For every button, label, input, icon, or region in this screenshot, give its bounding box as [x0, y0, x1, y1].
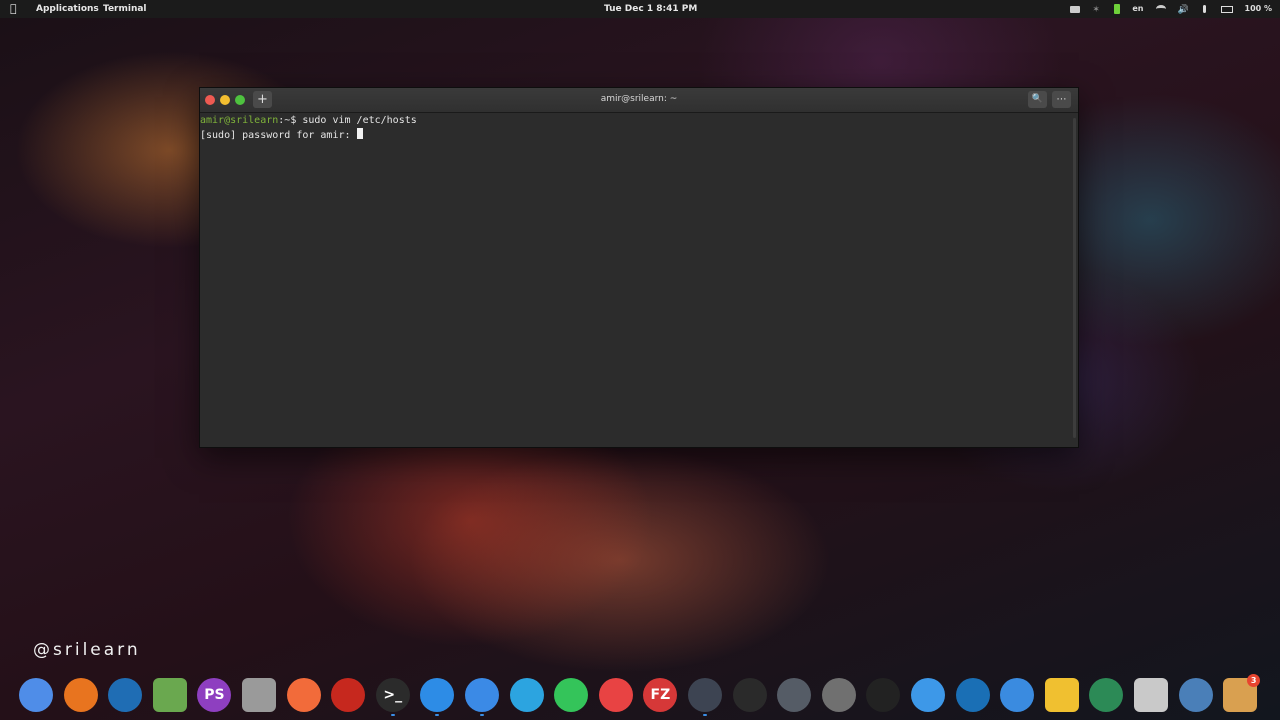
- trash-icon[interactable]: [1134, 678, 1168, 712]
- battery-percent: 100 %: [1244, 4, 1273, 13]
- firefox-icon[interactable]: [63, 678, 98, 712]
- sudo-prompt: [sudo] password for amir:: [200, 129, 357, 141]
- window-titlebar[interactable]: + amir@srilearn: ~ 🔍 ⋯: [200, 88, 1078, 113]
- terminal-line-2: [sudo] password for amir:: [200, 127, 1070, 143]
- telegram-icon[interactable]: [509, 678, 544, 712]
- mail-icon[interactable]: [911, 678, 945, 712]
- terminal-output[interactable]: amir@srilearn:~$ sudo vim /etc/hosts [su…: [200, 114, 1070, 444]
- scrollbar[interactable]: [1073, 118, 1076, 438]
- dock: PS >_ FZ 3: [15, 674, 1273, 716]
- menu-applications[interactable]: Applications: [36, 4, 99, 14]
- notes-icon[interactable]: [1044, 678, 1079, 712]
- simplenote-icon[interactable]: [1000, 678, 1035, 712]
- terminal-icon[interactable]: >_: [375, 678, 410, 712]
- image-editor-icon[interactable]: [152, 678, 187, 712]
- running-indicator: [703, 714, 707, 716]
- text-cursor[interactable]: [356, 127, 363, 139]
- monitor-icon[interactable]: [955, 678, 990, 712]
- clock[interactable]: Tue Dec 1 8:41 PM: [604, 4, 697, 14]
- terminal-line-1: amir@srilearn:~$ sudo vim /etc/hosts: [200, 114, 1070, 128]
- git-client-icon[interactable]: [598, 678, 633, 712]
- notification-badge: 3: [1247, 674, 1261, 687]
- search-icon[interactable]: 🔍: [1028, 91, 1047, 108]
- file-manager-icon[interactable]: [1178, 678, 1213, 712]
- chromium-icon[interactable]: [19, 678, 53, 712]
- music-icon[interactable]: [420, 678, 455, 712]
- running-indicator: [480, 714, 484, 716]
- postman-icon[interactable]: [286, 678, 321, 712]
- microphone-icon[interactable]: [1202, 5, 1206, 13]
- prompt-path: :~$: [278, 115, 303, 126]
- timeshift-icon[interactable]: [1089, 678, 1124, 712]
- wifi-icon[interactable]: [1155, 5, 1166, 13]
- vscode-icon[interactable]: [108, 678, 143, 712]
- battery-icon[interactable]: [1220, 5, 1233, 13]
- settings-icon[interactable]: [821, 678, 856, 712]
- volume-icon[interactable]: 🔊: [1178, 4, 1189, 15]
- running-indicator: [435, 714, 440, 716]
- language-indicator[interactable]: en: [1132, 3, 1143, 15]
- finder-icon[interactable]: [465, 678, 499, 712]
- whatsapp-icon[interactable]: [554, 678, 589, 712]
- apple-icon[interactable]: : [10, 3, 21, 14]
- prompt-user: amir@srilearn: [200, 115, 279, 126]
- filezilla-icon[interactable]: FZ: [643, 678, 678, 712]
- video-player-icon[interactable]: [688, 678, 722, 712]
- running-indicator: [390, 714, 395, 716]
- laravel-icon[interactable]: [331, 678, 366, 712]
- command-text: sudo vim /etc/hosts: [302, 115, 417, 126]
- screen-icon[interactable]: [1070, 5, 1081, 13]
- disk-utility-icon[interactable]: [777, 678, 812, 712]
- menu-terminal[interactable]: Terminal: [103, 4, 147, 14]
- window-title: amir@srilearn: ~: [600, 94, 678, 104]
- downloader-icon[interactable]: [866, 678, 901, 712]
- more-icon[interactable]: ⋯: [1052, 91, 1071, 108]
- bluetooth-icon[interactable]: ✶: [1092, 4, 1102, 15]
- system-tray: ✶ en 🔊 100 %: [1070, 3, 1272, 15]
- database-icon[interactable]: [242, 678, 276, 712]
- phpstorm-icon[interactable]: PS: [197, 678, 232, 712]
- battery-app-icon[interactable]: [1114, 4, 1121, 14]
- terminal-window[interactable]: + amir@srilearn: ~ 🔍 ⋯ amir@srilearn:~$ …: [199, 87, 1079, 448]
- obs-icon[interactable]: [732, 678, 767, 712]
- updates-icon[interactable]: 3: [1223, 674, 1261, 712]
- watermark: @srilearn: [33, 640, 141, 660]
- top-panel:  Applications Terminal Tue Dec 1 8:41 P…: [0, 0, 1280, 18]
